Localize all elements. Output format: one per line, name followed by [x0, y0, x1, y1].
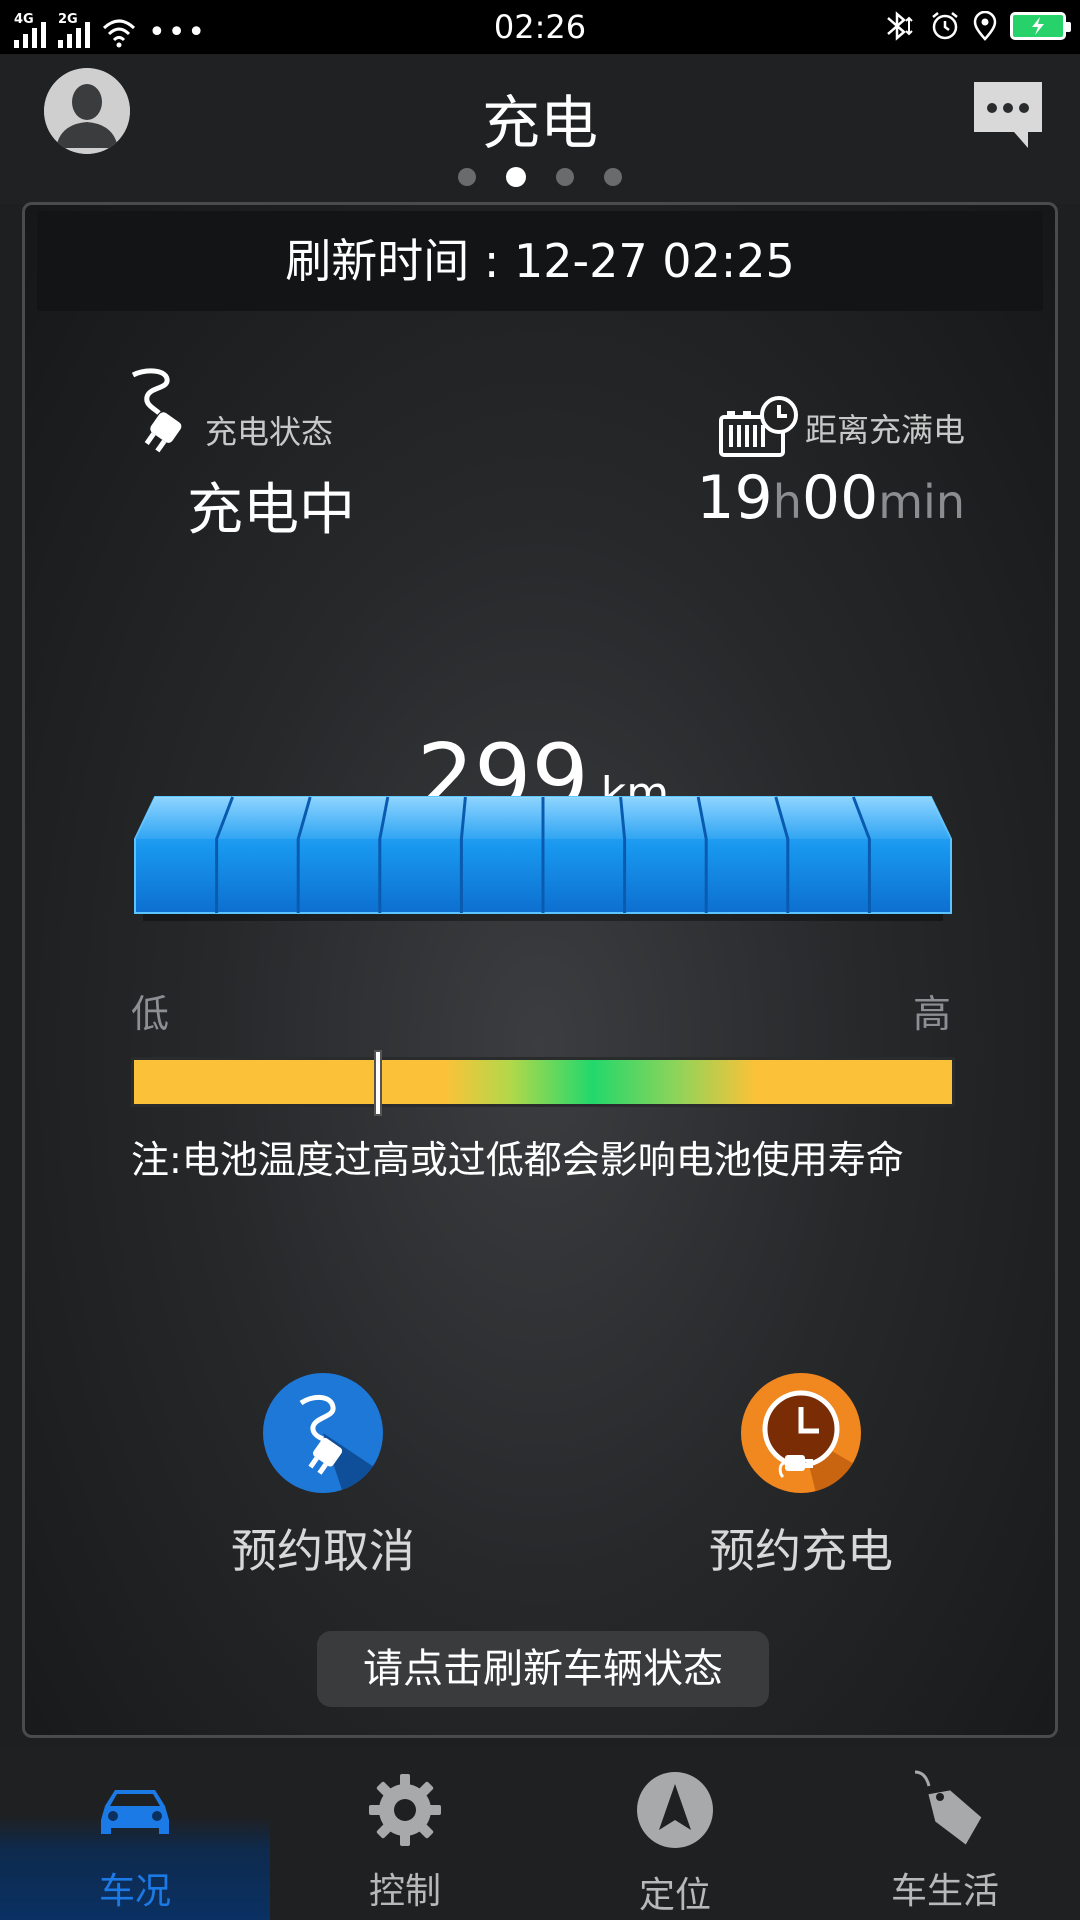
charge-status-value: 充电中 — [187, 478, 355, 543]
tab-vehicle-status[interactable]: 车况 — [0, 1746, 270, 1920]
app-header: 充电 — [0, 54, 1080, 204]
message-icon[interactable] — [972, 80, 1044, 150]
minutes-value: 00 — [801, 463, 879, 533]
navigation-arrow-icon — [637, 1772, 713, 1848]
page-dot-active[interactable] — [506, 167, 526, 187]
battery-note: 注:电池温度过高或过低都会影响电池使用寿命 — [131, 1138, 904, 1182]
alarm-icon — [932, 12, 958, 40]
scheduled-charge-icon[interactable] — [741, 1373, 861, 1493]
temp-low-label: 低 — [131, 992, 170, 1036]
page-indicator — [0, 167, 1080, 187]
battery-level-bar — [134, 796, 952, 921]
cancel-charge-icon[interactable] — [263, 1373, 383, 1493]
minutes-unit: min — [878, 475, 965, 529]
tag-icon — [914, 1770, 982, 1845]
bottom-tab-bar: 车况 控制 定位 车生活 — [0, 1746, 1080, 1920]
charging-card: 刷新时间 : 12-27 02:25 充电状态 充电中 距离充满电 19h00m… — [22, 202, 1058, 1738]
schedule-charge-label: 预约充电 — [709, 1524, 893, 1578]
cancel-schedule-label: 预约取消 — [231, 1524, 415, 1578]
hours-value: 19 — [696, 463, 773, 533]
time-to-full-value: 19h00min — [696, 463, 965, 533]
tab-label: 车况 — [98, 1871, 171, 1912]
schedule-charge-button[interactable]: 预约充电 — [651, 1373, 951, 1581]
charging-plug-icon — [131, 368, 182, 453]
battery-icon — [1010, 12, 1071, 40]
battery-clock-icon — [718, 396, 798, 457]
page-dot[interactable] — [604, 168, 622, 186]
time-to-full-label: 距离充满电 — [804, 411, 965, 449]
temperature-marker — [374, 1050, 383, 1116]
refresh-vehicle-status-button[interactable]: 请点击刷新车辆状态 — [317, 1631, 769, 1707]
page-dot[interactable] — [556, 168, 574, 186]
time-to-full: 距离充满电 19h00min — [696, 395, 965, 533]
bluetooth-icon — [887, 11, 913, 41]
tab-label: 车生活 — [890, 1871, 999, 1912]
status-bar: 4G 2G ••• 02:26 — [0, 0, 1080, 54]
tab-car-life[interactable]: 车生活 — [810, 1746, 1080, 1920]
temp-high-label: 高 — [912, 992, 951, 1036]
tab-label: 定位 — [638, 1875, 711, 1916]
location-pin-icon — [973, 11, 997, 41]
page-title: 充电 — [481, 89, 598, 157]
tab-label: 控制 — [368, 1871, 441, 1912]
refresh-time: 刷新时间 : 12-27 02:25 — [37, 211, 1043, 311]
page-dot[interactable] — [458, 168, 476, 186]
hours-unit: h — [772, 475, 802, 529]
cancel-schedule-button[interactable]: 预约取消 — [173, 1373, 473, 1581]
tab-control[interactable]: 控制 — [270, 1746, 540, 1920]
gear-icon — [369, 1774, 441, 1846]
battery-temperature-bar — [131, 1057, 955, 1107]
car-icon — [101, 1790, 169, 1834]
charge-status-label: 充电状态 — [205, 413, 334, 451]
tab-location[interactable]: 定位 — [540, 1746, 810, 1920]
